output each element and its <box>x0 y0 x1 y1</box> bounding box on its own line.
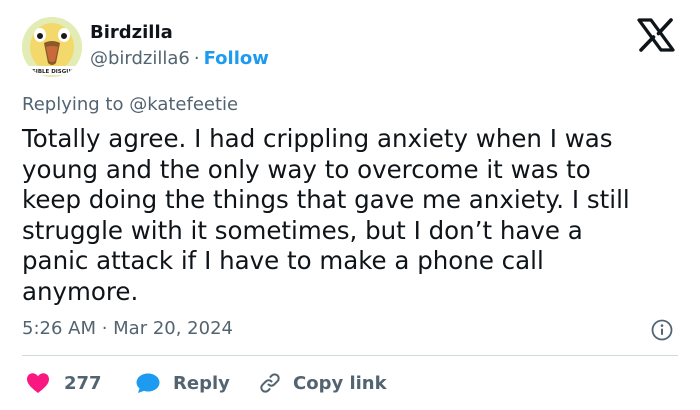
avatar[interactable]: VISIBLE DISGUST <box>22 17 82 77</box>
action-bar: 277 Reply Copy link <box>0 368 700 398</box>
separator-dot: · <box>193 48 200 69</box>
replying-to: Replying to @katefeetie <box>22 94 238 116</box>
reply-button[interactable]: Reply <box>135 368 230 398</box>
follow-button[interactable]: Follow <box>204 48 269 69</box>
author-handle[interactable]: @birdzilla6 <box>90 48 190 69</box>
reply-label: Reply <box>173 372 230 394</box>
author-name[interactable]: Birdzilla <box>90 22 173 44</box>
x-logo-icon[interactable] <box>636 18 676 52</box>
like-count: 277 <box>64 372 102 394</box>
avatar-caption: VISIBLE DISGUST <box>26 69 79 75</box>
reply-handle-link[interactable]: @katefeetie <box>129 94 238 115</box>
like-button[interactable]: 277 <box>26 368 102 398</box>
copy-link-button[interactable]: Copy link <box>258 368 387 398</box>
divider <box>22 355 678 356</box>
speech-bubble-icon <box>136 373 160 393</box>
info-icon[interactable] <box>651 319 673 341</box>
reply-prefix: Replying to <box>22 94 124 115</box>
link-icon <box>260 373 280 393</box>
tweet-text: Totally agree. I had crippling anxiety w… <box>22 124 630 306</box>
copy-link-label: Copy link <box>293 372 387 394</box>
bird-avatar-icon: VISIBLE DISGUST <box>22 17 82 77</box>
tweet-timestamp[interactable]: 5:26 AM · Mar 20, 2024 <box>22 318 233 340</box>
heart-icon <box>27 373 49 393</box>
author-handle-row: @birdzilla6 · Follow <box>90 48 269 70</box>
